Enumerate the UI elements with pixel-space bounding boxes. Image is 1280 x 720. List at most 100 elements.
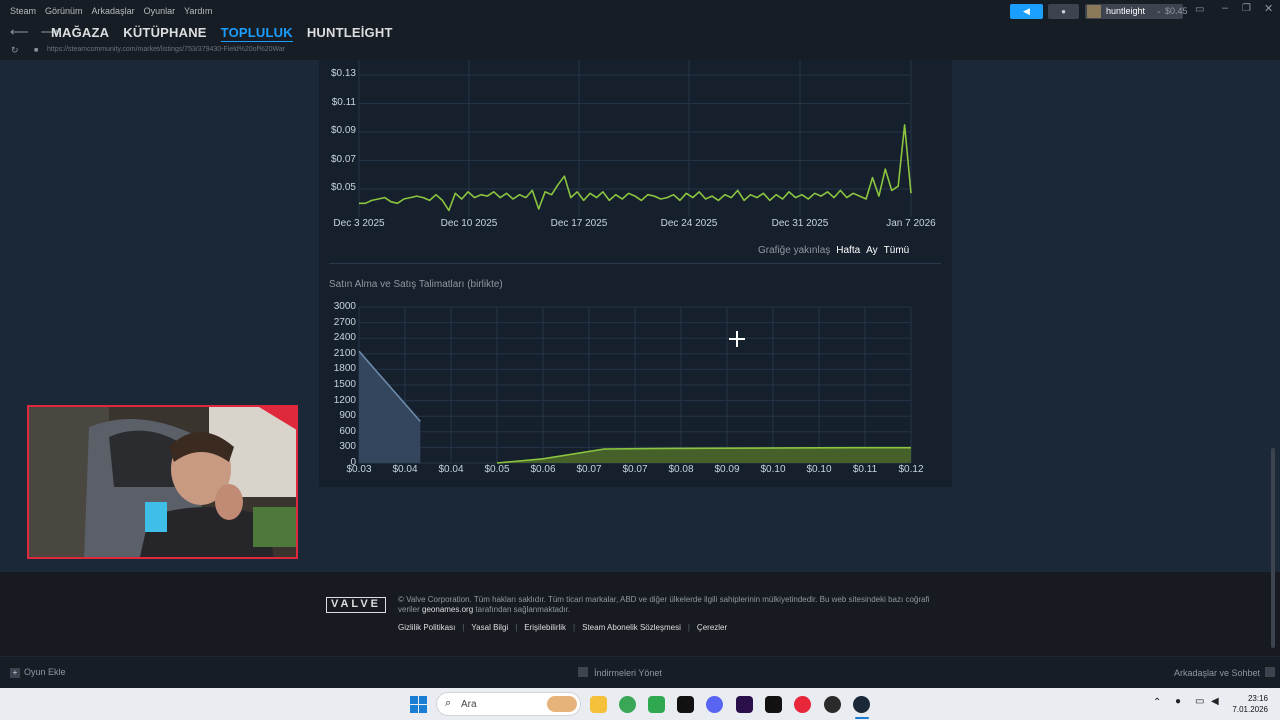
separator: | [687,623,690,632]
divider [329,263,941,264]
footer-links: Gizlilik Politikası | Yasal Bilgi | Erişil… [398,623,727,632]
friends-chat-label: Arkadaşlar ve Sohbet [1174,668,1261,678]
order-y-tick: 2400 [333,332,356,344]
separator: | [573,623,576,632]
privacy-link[interactable]: Gizlilik Politikası [398,623,455,632]
order-y-tick: 600 [339,425,356,437]
tiktok-icon[interactable] [677,696,694,713]
tab-store[interactable]: MAĞAZA [51,25,109,43]
downloads-label: İndirmeleri Yönet [594,668,662,678]
subscriber-agreement-link[interactable]: Steam Abonelik Sözleşmesi [582,623,681,632]
discord-icon[interactable] [706,696,723,713]
reload-icon[interactable]: ↻ [11,45,19,56]
geonames-link[interactable]: geonames.org [422,605,473,614]
order-x-tick: $0.12 [898,464,924,475]
network-icon[interactable]: ▭ [1195,696,1204,707]
order-y-tick: 2100 [333,347,356,359]
sell-orders-area [497,447,911,463]
menu-help[interactable]: Yardım [184,6,212,16]
price-line [359,124,912,212]
megaphone-icon: ◀ [1023,6,1030,16]
username: huntleight [1106,6,1146,16]
valve-logo[interactable]: VALVE [326,597,386,613]
add-game-button[interactable]: + Oyun Ekle [10,667,66,678]
webcam-feed [29,407,296,557]
capcut-icon[interactable] [765,696,782,713]
downloads-button[interactable]: İndirmeleri Yönet [578,667,662,678]
announce-button[interactable]: ◀ [1010,4,1043,19]
steam-taskbar-icon[interactable] [853,696,870,713]
nav-bar: ⟵ ⟶ MAĞAZA KÜTÜPHANE TOPLULUK HUNTLEİGHT [0,22,1280,43]
search-icon: ⌕ [445,697,452,709]
zoom-month-button[interactable]: Ay [866,245,878,256]
close-icon[interactable]: ✕ [1264,2,1273,15]
big-picture-icon[interactable]: ▭ [1195,4,1204,15]
price-history-chart[interactable] [0,60,1280,240]
menu-friends[interactable]: Arkadaşlar [92,6,135,16]
steam-bottom-bar: + Oyun Ekle İndirmeleri Yönet Arkadaşlar … [0,656,1280,688]
minimize-icon[interactable]: – [1222,2,1228,14]
cookies-link[interactable]: Çerezler [697,623,727,632]
account-menu[interactable]: huntleight ⌄ $0.45 [1085,4,1188,19]
zoom-all-button[interactable]: Tümü [884,245,910,256]
tab-profile[interactable]: HUNTLEİGHT [307,25,393,43]
page-scrollbar[interactable] [1271,448,1275,648]
chevron-up-icon[interactable]: ⌃ [1153,697,1161,708]
legal-link[interactable]: Yasal Bilgi [471,623,508,632]
clock-date: 7.01.2026 [1232,705,1268,714]
media-player-icon[interactable] [794,696,811,713]
search-placeholder: Ara [461,699,477,710]
buy-orders-area [359,351,421,463]
friends-chat-button[interactable]: Arkadaşlar ve Sohbet [1174,667,1276,678]
menu-steam[interactable]: Steam [10,6,36,16]
menu-games[interactable]: Oyunlar [144,6,176,16]
menu-view[interactable]: Görünüm [45,6,83,16]
obs-icon[interactable] [824,696,841,713]
menu-bar: Steam Görünüm Arkadaşlar Oyunlar Yardım [10,6,212,16]
price-x-tick: Dec 3 2025 [333,218,385,229]
nav-tabs: MAĞAZA KÜTÜPHANE TOPLULUK HUNTLEİGHT [51,25,393,43]
windows-start-icon[interactable] [410,696,427,713]
taskbar-search-box[interactable]: ⌕ Ara [436,692,581,716]
copyright-text: © Valve Corporation. Tüm hakları saklıdı… [398,595,958,615]
bell-icon: ● [1061,7,1066,16]
premiere-icon[interactable] [736,696,753,713]
price-y-tick: $0.13 [330,68,356,79]
volume-icon[interactable]: ◀ [1211,696,1219,707]
sheets-icon[interactable] [648,696,665,713]
webcam-overlay [27,405,298,559]
windows-taskbar: ⌕ Ara ⌃ ● ▭ ◀ 23:16 7.01.2026 [0,688,1280,720]
order-y-tick: 1800 [333,363,356,375]
price-x-tick: Dec 10 2025 [440,218,498,229]
chrome-icon[interactable] [619,696,636,713]
clock-time: 23:16 [1247,694,1268,703]
tab-community[interactable]: TOPLULUK [220,25,293,43]
search-highlight-icon [547,696,577,712]
accessibility-link[interactable]: Erişilebilirlik [524,623,566,632]
notifications-button[interactable]: ● [1048,4,1079,19]
order-y-tick: 900 [339,410,356,422]
plus-icon: + [10,668,20,678]
price-x-tick: Dec 24 2025 [660,218,718,229]
back-arrow-icon[interactable]: ⟵ [10,24,29,40]
zoom-week-button[interactable]: Hafta [836,245,860,256]
price-x-tick: Dec 31 2025 [771,218,829,229]
microphone-icon[interactable]: ● [1175,696,1181,707]
restore-icon[interactable]: ❐ [1242,3,1251,14]
price-y-tick: $0.07 [330,153,356,165]
order-y-tick: 1200 [333,394,356,406]
price-y-tick: $0.11 [331,96,356,108]
clock[interactable]: 23:16 7.01.2026 [1226,693,1268,715]
copyright-line-1: © Valve Corporation. Tüm hakları saklıdı… [398,595,930,604]
tab-library[interactable]: KÜTÜPHANE [123,25,206,43]
price-x-tick: Jan 7 2026 [886,218,936,229]
chart-zoom-controls: Grafiğe yakınlaş Hafta Ay Tümü [758,245,909,256]
separator: | [462,623,465,632]
separator: | [515,623,518,632]
order-y-tick: 300 [339,441,356,453]
page-url[interactable]: https://steamcommunity.com/market/listin… [47,46,285,53]
file-explorer-icon[interactable] [590,696,607,713]
active-app-indicator [855,717,869,719]
price-y-tick: $0.05 [330,182,356,193]
avatar [1087,5,1101,18]
